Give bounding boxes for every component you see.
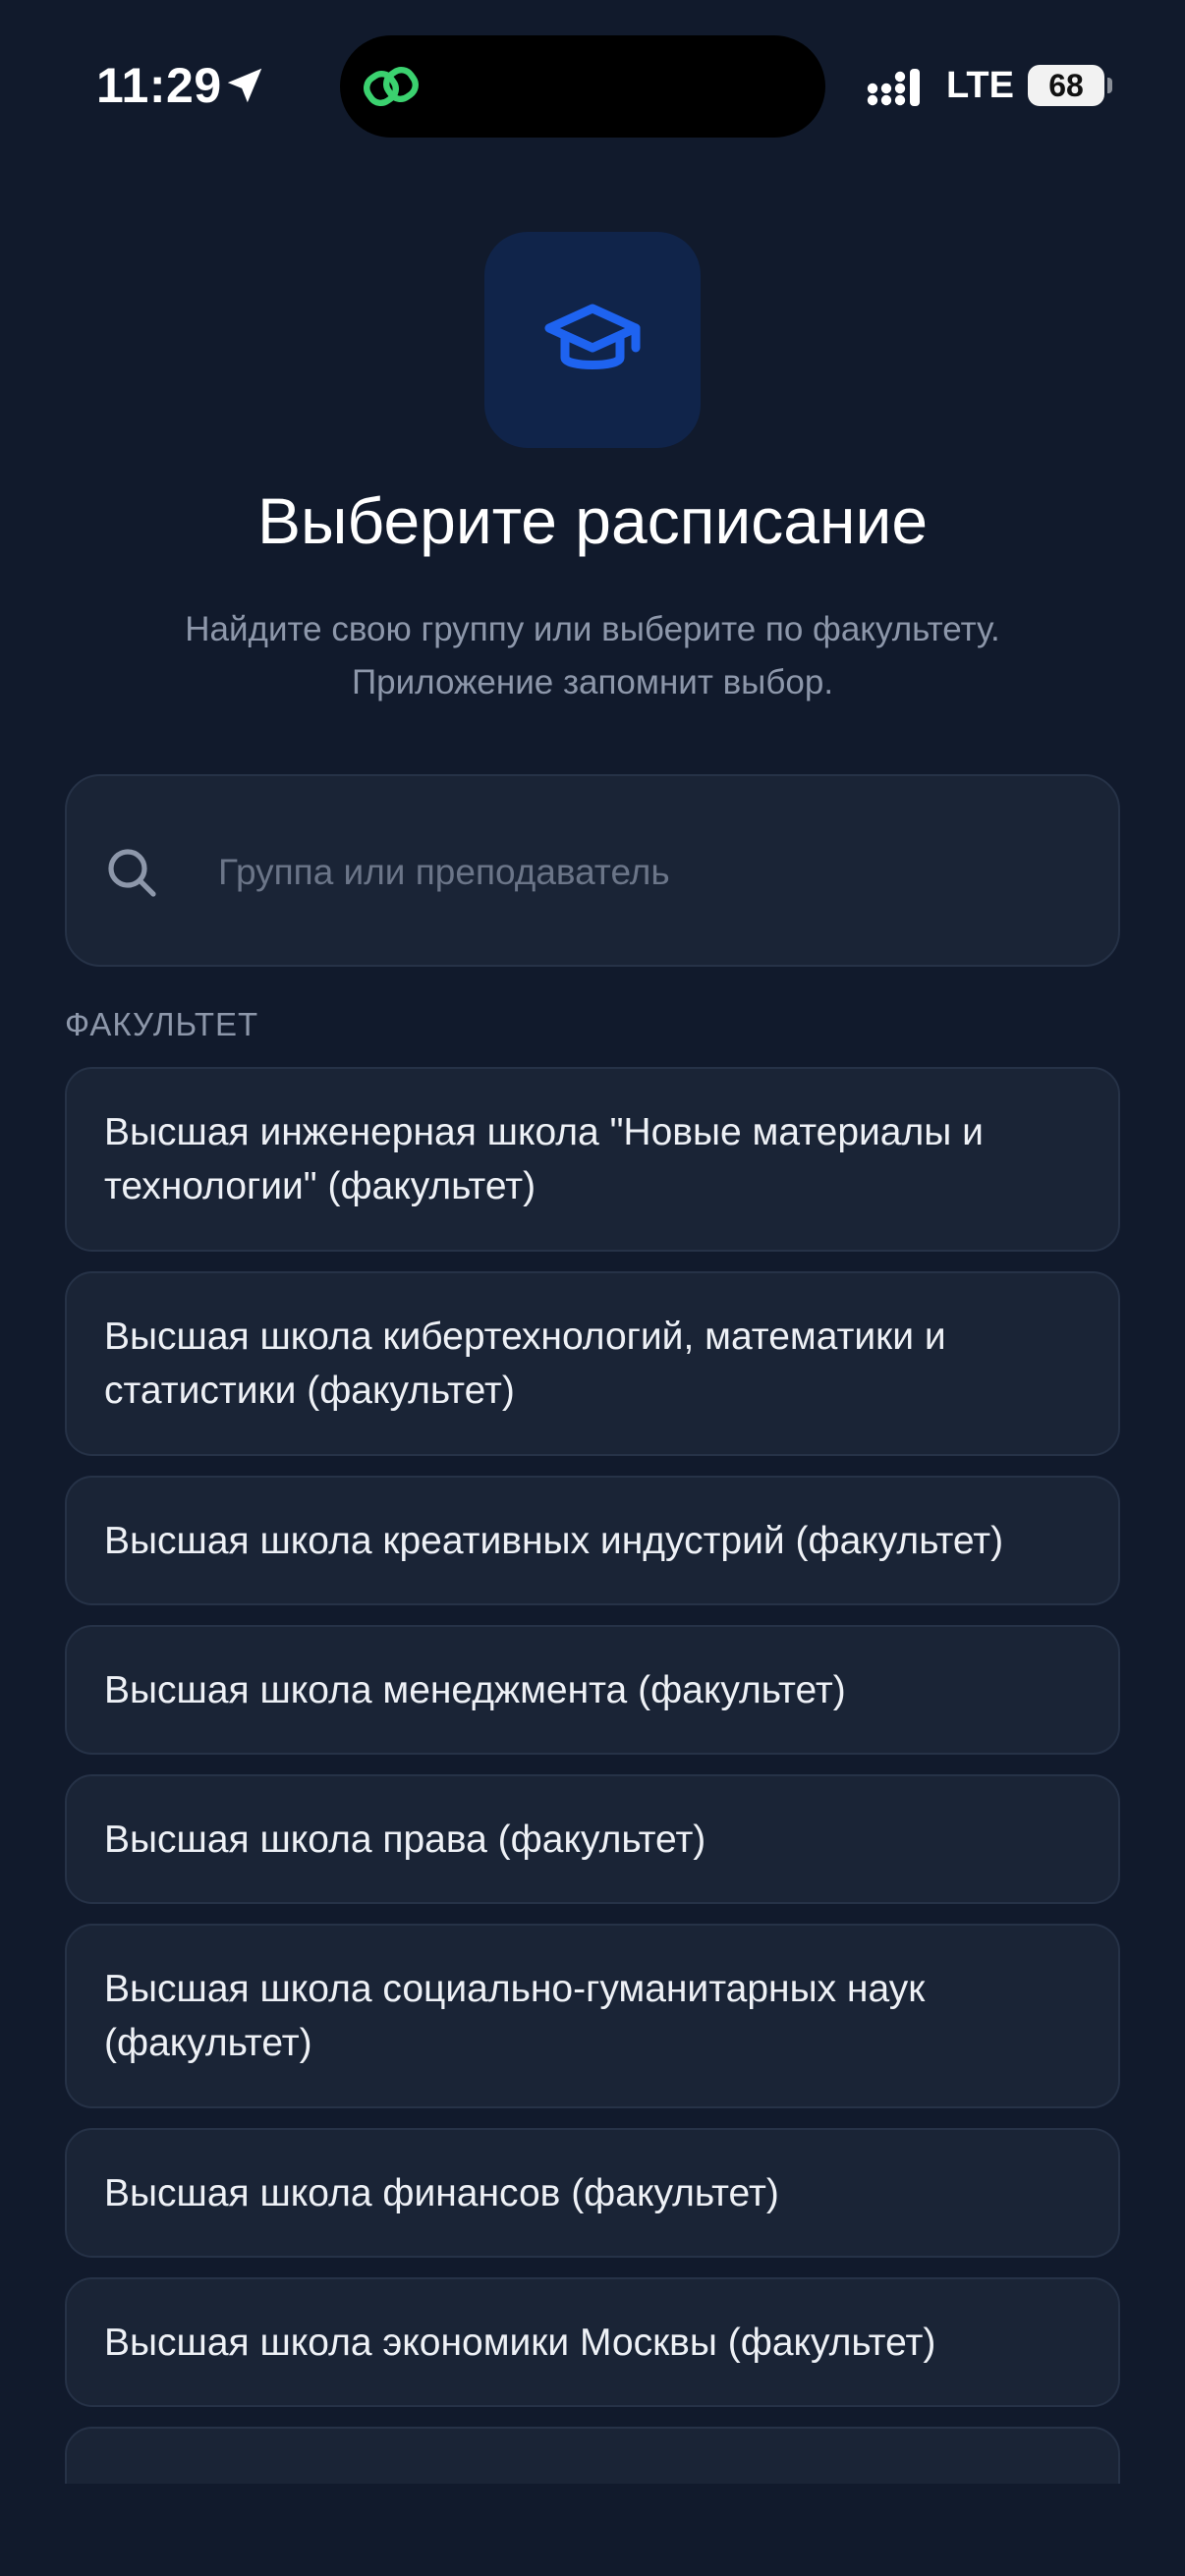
faculty-item[interactable]: Высшая школа финансов (факультет) — [65, 2128, 1120, 2258]
signal-icon — [867, 69, 920, 106]
app-logo — [484, 232, 701, 448]
battery-tip — [1107, 78, 1112, 93]
link-icon — [364, 67, 419, 106]
faculty-item[interactable]: Высшая школа менеджмента (факультет) — [65, 1625, 1120, 1755]
subtitle-line-1: Найдите свою группу или выберите по факу… — [185, 610, 1000, 648]
faculty-item-label: Высшая инженерная школа "Новые материалы… — [104, 1111, 984, 1207]
section-label-faculty: ФАКУЛЬТЕТ — [65, 1006, 259, 1042]
faculty-item-label: Высшая школа креативных индустрий (факул… — [104, 1519, 1004, 1562]
battery-level: 68 — [1048, 68, 1084, 103]
graduation-cap-icon — [544, 304, 641, 369]
faculty-item-label: Высшая школа экономики Москвы (факультет… — [104, 2321, 936, 2364]
faculty-item-label: Высшая школа кибертехнологий, математики… — [104, 1316, 946, 1412]
faculty-item-partial[interactable] — [65, 2427, 1120, 2484]
network-type: LTE — [946, 65, 1014, 106]
search-input[interactable] — [218, 835, 1083, 910]
subtitle-line-2: Приложение запомнит выбор. — [351, 663, 834, 701]
battery-icon: 68 — [1028, 65, 1104, 106]
location-arrow-icon — [227, 68, 262, 103]
faculty-item-label: Высшая школа менеджмента (факультет) — [104, 1668, 846, 1711]
screen: 11:29 LTE 68 Выберите расписание Найдите… — [0, 0, 1185, 2576]
faculty-item[interactable]: Высшая школа права (факультет) — [65, 1774, 1120, 1904]
status-bar: 11:29 LTE 68 — [0, 0, 1185, 167]
faculty-item[interactable]: Высшая школа креативных индустрий (факул… — [65, 1476, 1120, 1605]
status-time: 11:29 — [96, 58, 222, 113]
faculty-item-label: Высшая школа права (факультет) — [104, 1818, 706, 1861]
faculty-item[interactable]: Высшая школа социально-гуманитарных наук… — [65, 1924, 1120, 2108]
search-icon — [108, 849, 156, 897]
page-subtitle: Найдите свою группу или выберите по факу… — [98, 603, 1087, 709]
bottom-area — [0, 2484, 1185, 2576]
dynamic-island — [340, 35, 825, 138]
faculty-item-label: Высшая школа финансов (факультет) — [104, 2171, 779, 2214]
faculty-list: Высшая инженерная школа "Новые материалы… — [65, 1067, 1120, 2484]
search-box[interactable] — [65, 774, 1120, 967]
page-title: Выберите расписание — [256, 484, 929, 557]
faculty-item[interactable]: Высшая школа экономики Москвы (факультет… — [65, 2277, 1120, 2407]
faculty-item[interactable]: Высшая инженерная школа "Новые материалы… — [65, 1067, 1120, 1252]
faculty-item[interactable]: Высшая школа кибертехнологий, математики… — [65, 1271, 1120, 1456]
faculty-item-label: Высшая школа социально-гуманитарных наук… — [104, 1968, 926, 2064]
